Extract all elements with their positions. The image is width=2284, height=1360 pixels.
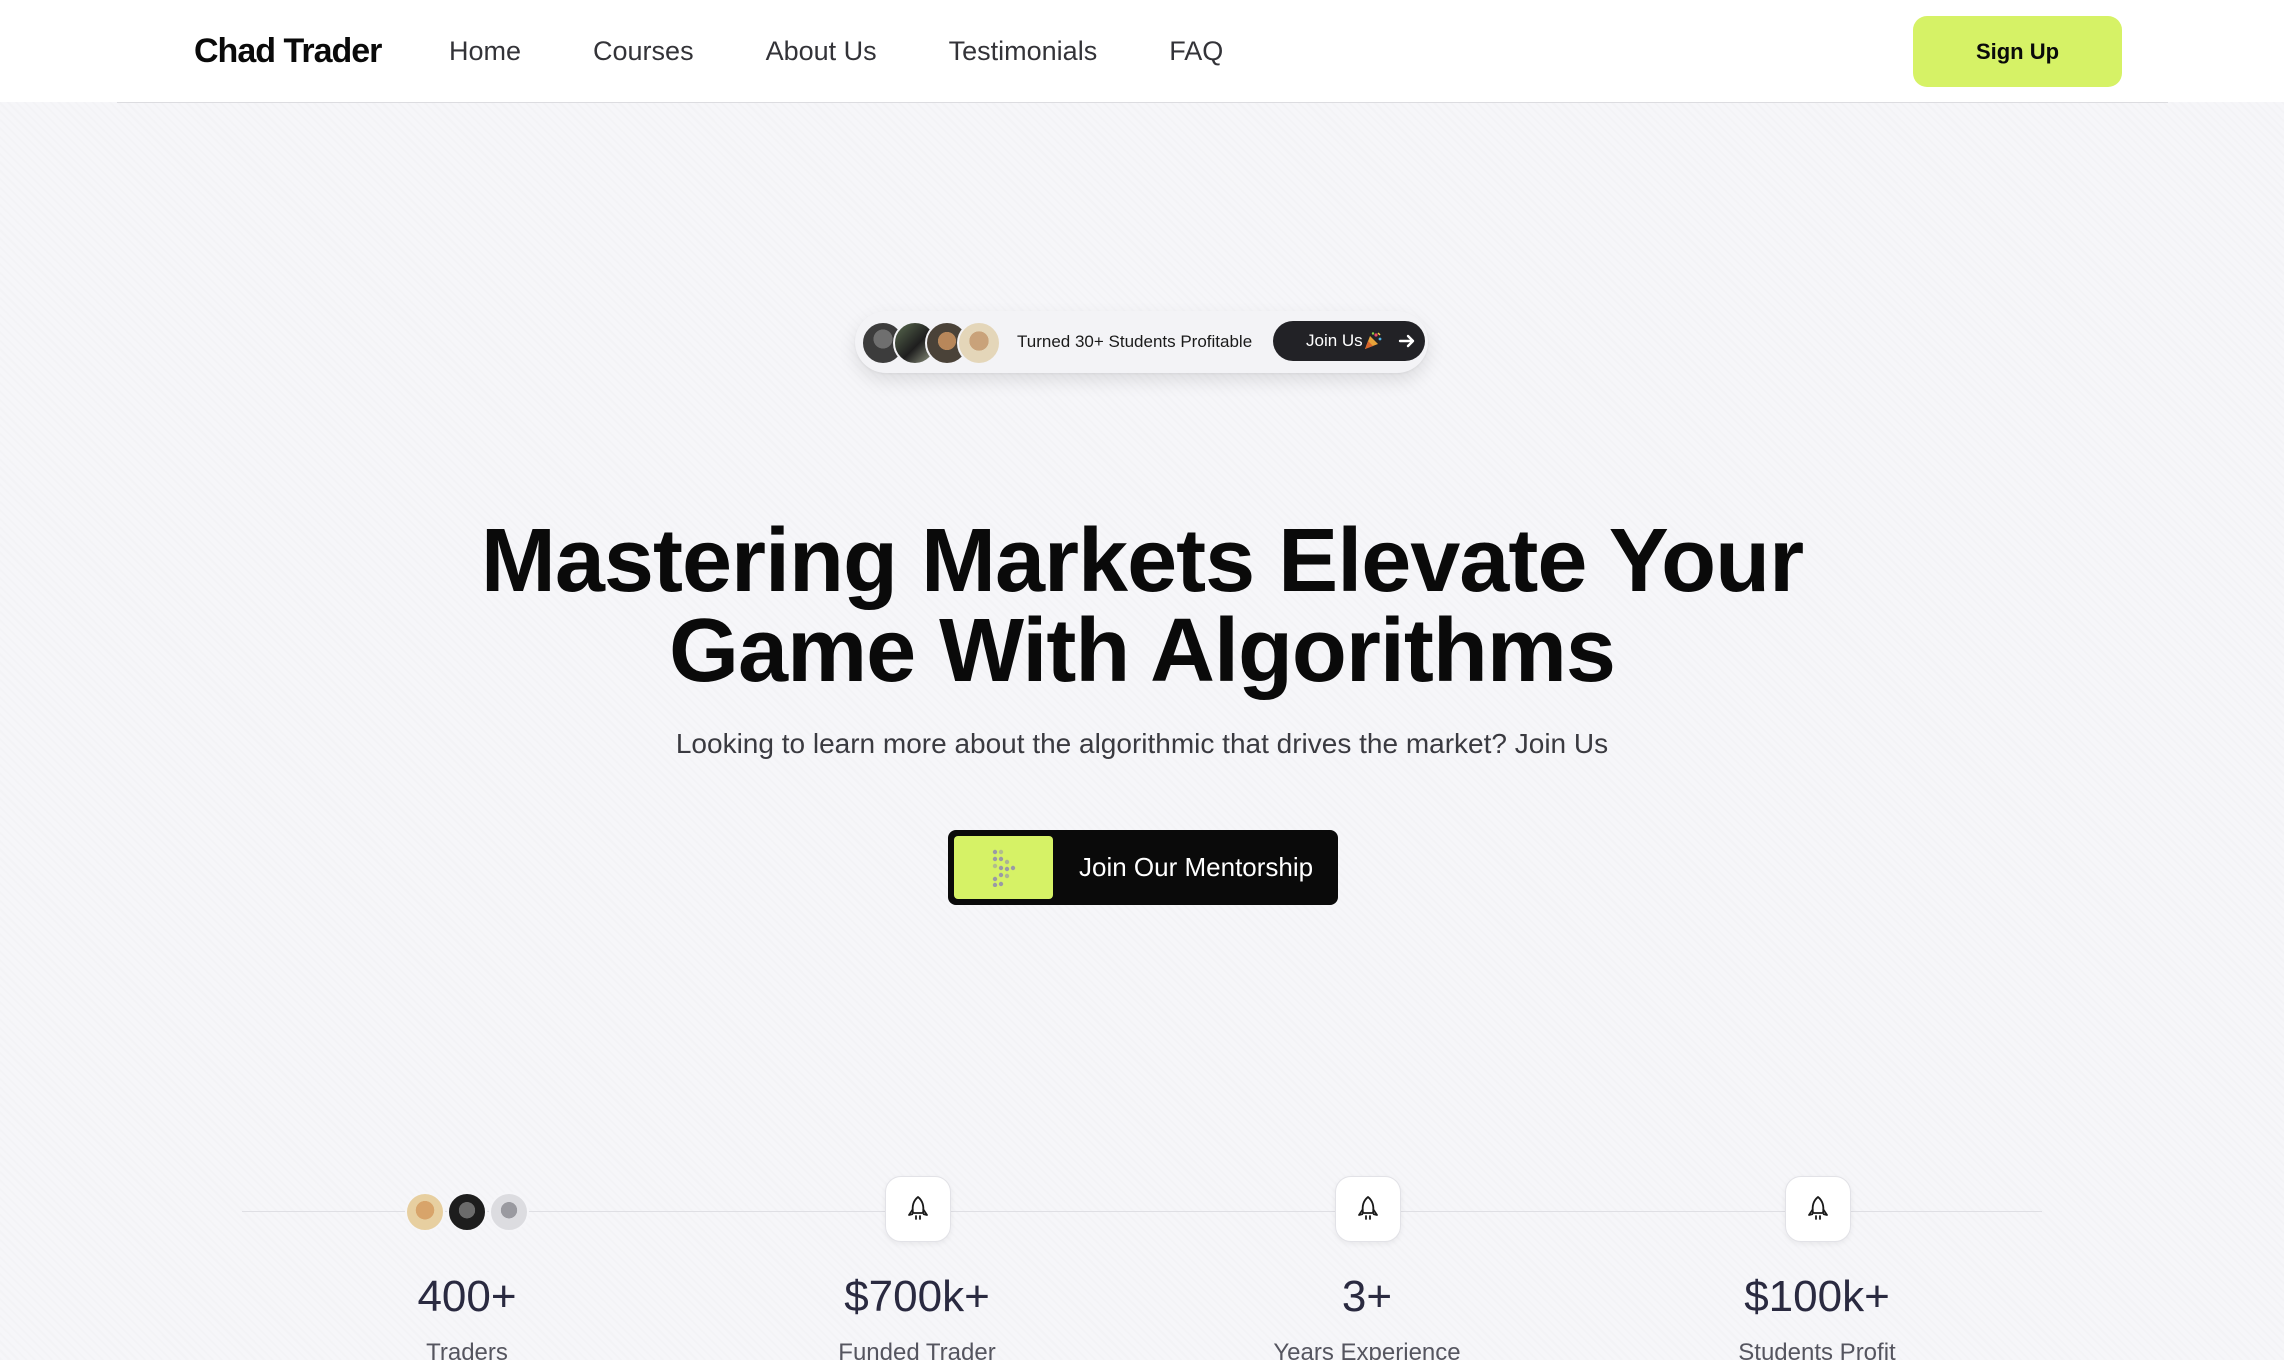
- dotted-arrow-icon: [992, 849, 1016, 887]
- cta-label: Join Our Mentorship: [1079, 852, 1314, 882]
- hero-subtitle: Looking to learn more about the algorith…: [675, 728, 1609, 759]
- rocket-icon-box: [885, 1176, 951, 1242]
- logo[interactable]: Chad Trader: [194, 28, 382, 74]
- arrow-right-icon: [1398, 334, 1415, 348]
- avatar: [447, 1192, 487, 1232]
- nav-about-us[interactable]: About Us: [766, 28, 877, 74]
- hero-title: Mastering Markets Elevate Your Game With…: [0, 516, 2284, 696]
- avatar: [405, 1192, 445, 1232]
- students-badge: Turned 30+ Students Profitable Join Us: [855, 311, 1428, 373]
- rocket-icon-box: [1335, 1176, 1401, 1242]
- badge-text: Turned 30+ Students Profitable: [1017, 332, 1253, 351]
- stat-label: Students Profit: [1738, 1339, 1896, 1360]
- rocket-icon: [908, 1196, 928, 1220]
- cta-icon-box: [954, 836, 1053, 899]
- nav-testimonials[interactable]: Testimonials: [949, 28, 1098, 74]
- nav-home[interactable]: Home: [449, 28, 521, 74]
- stat-value: $700k+: [844, 1272, 990, 1321]
- party-popper-icon: [1365, 332, 1382, 349]
- stat-label: Years Experience: [1273, 1339, 1461, 1360]
- join-us-button[interactable]: Join Us: [1273, 321, 1425, 361]
- rocket-icon: [1808, 1196, 1828, 1220]
- rocket-icon: [1358, 1196, 1378, 1220]
- hero-title-line: Mastering Markets Elevate Your: [480, 511, 1804, 611]
- avatar: [957, 321, 1001, 365]
- nav-faq[interactable]: FAQ: [1169, 28, 1223, 74]
- site-header: Chad Trader Home Courses About Us Testim…: [0, 0, 2284, 102]
- stat-value: 400+: [417, 1272, 517, 1321]
- avatar: [489, 1192, 529, 1232]
- stat-label: Traders: [426, 1339, 508, 1360]
- rocket-icon-box: [1785, 1176, 1851, 1242]
- stat-value: $100k+: [1744, 1272, 1890, 1321]
- hero-title-line: Game With Algorithms: [669, 601, 1616, 701]
- sign-up-button[interactable]: Sign Up: [1913, 16, 2122, 87]
- stat-value: 3+: [1341, 1272, 1393, 1321]
- join-us-label: Join Us: [1306, 331, 1363, 350]
- join-mentorship-button[interactable]: Join Our Mentorship: [948, 830, 1338, 905]
- nav-courses[interactable]: Courses: [593, 28, 694, 74]
- main-nav: Home Courses About Us Testimonials FAQ: [449, 28, 1295, 74]
- header-divider: [117, 102, 2168, 103]
- stat-label: Funded Trader: [838, 1339, 996, 1360]
